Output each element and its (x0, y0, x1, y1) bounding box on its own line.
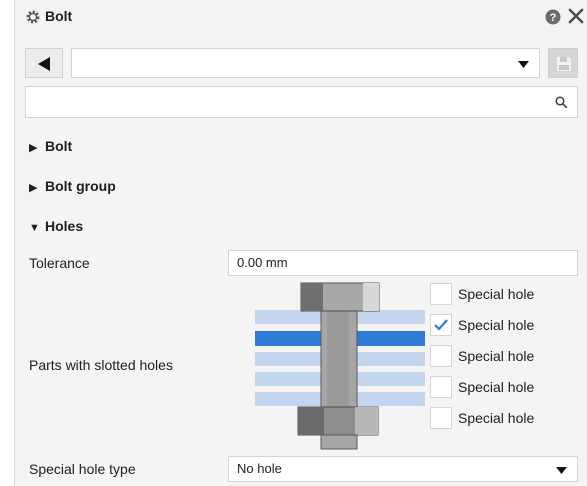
bolt-properties-panel: Bolt ? ▶ Bolt ▶ Bolt group ▼ Holes Toler… (14, 0, 587, 486)
special-hole-row-3[interactable]: Special hole (430, 345, 570, 371)
collapse-arrow-icon: ▼ (29, 222, 40, 234)
save-icon (557, 57, 571, 71)
special-hole-label-5: Special hole (458, 410, 535, 426)
section-bolt-header[interactable]: ▶ Bolt (29, 138, 72, 158)
special-hole-label-1: Special hole (458, 286, 535, 302)
special-hole-checkbox-4[interactable] (430, 376, 452, 398)
bolt-tail (320, 434, 358, 450)
search-input[interactable] (32, 92, 542, 112)
search-field[interactable] (25, 86, 578, 118)
special-hole-label-2: Special hole (458, 317, 535, 333)
save-settings-button[interactable] (548, 48, 578, 78)
back-button[interactable] (25, 48, 63, 78)
chevron-down-icon (556, 467, 567, 474)
section-holes-label: Holes (45, 218, 84, 234)
special-hole-row-5[interactable]: Special hole (430, 407, 570, 433)
close-icon[interactable] (568, 7, 584, 25)
special-hole-type-dropdown[interactable]: No hole (228, 456, 578, 482)
special-hole-type-value: No hole (237, 461, 282, 476)
special-hole-checkbox-1[interactable] (430, 283, 452, 305)
gear-icon (26, 10, 40, 24)
special-hole-checkbox-3[interactable] (430, 345, 452, 367)
special-hole-label-4: Special hole (458, 379, 535, 395)
special-hole-row-4[interactable]: Special hole (430, 376, 570, 402)
special-hole-row-1[interactable]: Special hole (430, 283, 570, 309)
special-hole-label-3: Special hole (458, 348, 535, 364)
back-arrow-icon (38, 57, 50, 71)
saved-settings-dropdown[interactable] (71, 48, 540, 78)
expand-arrow-icon: ▶ (29, 142, 38, 154)
special-hole-checkbox-2[interactable] (430, 314, 452, 336)
special-hole-row-2[interactable]: Special hole (430, 314, 570, 340)
title-bar: Bolt ? (15, 0, 587, 34)
search-icon[interactable] (555, 96, 568, 109)
section-bolt-group-header[interactable]: ▶ Bolt group (29, 178, 116, 198)
slotted-holes-label: Parts with slotted holes (29, 357, 173, 373)
tolerance-input[interactable]: 0.00 mm (228, 250, 578, 276)
tolerance-label: Tolerance (29, 255, 90, 271)
section-holes-header[interactable]: ▼ Holes (29, 218, 83, 238)
section-bolt-group-label: Bolt group (45, 178, 116, 194)
checkmark-icon (434, 319, 448, 331)
expand-arrow-icon: ▶ (29, 182, 38, 194)
section-bolt-label: Bolt (45, 138, 73, 154)
window-title: Bolt (45, 8, 73, 24)
svg-text:?: ? (550, 12, 557, 24)
help-icon[interactable]: ? (545, 9, 561, 25)
special-hole-checkbox-5[interactable] (430, 407, 452, 429)
chevron-down-icon (518, 61, 529, 68)
bolt-assembly-diagram (255, 282, 425, 450)
special-hole-type-label: Special hole type (29, 461, 136, 477)
